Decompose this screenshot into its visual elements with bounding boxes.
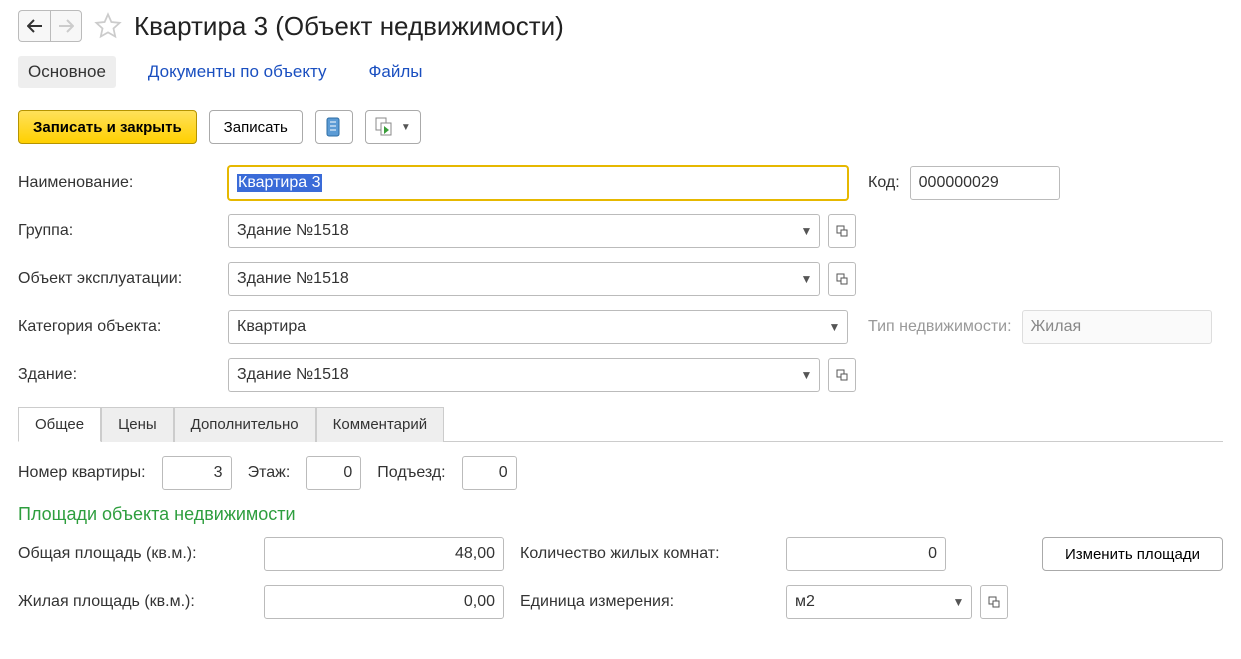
name-value: Квартира 3	[237, 174, 322, 192]
floor-input[interactable]	[306, 456, 361, 490]
open-icon	[836, 369, 848, 381]
rooms-count-label: Количество жилых комнат:	[520, 545, 770, 563]
arrow-right-icon	[58, 19, 74, 33]
building-open-button[interactable]	[828, 358, 856, 392]
exploit-object-label: Объект эксплуатации:	[18, 270, 218, 288]
save-button[interactable]: Записать	[209, 110, 303, 144]
open-icon	[836, 273, 848, 285]
floor-label: Этаж:	[248, 464, 291, 482]
apt-number-input[interactable]	[162, 456, 232, 490]
unit-dropdown-button[interactable]: ▼	[946, 585, 972, 619]
chevron-down-icon: ▼	[829, 320, 841, 334]
total-area-input[interactable]	[264, 537, 504, 571]
subtab-extra[interactable]: Дополнительно	[174, 407, 316, 442]
arrow-left-icon	[27, 19, 43, 33]
unit-open-button[interactable]	[980, 585, 1008, 619]
open-icon	[988, 596, 1000, 608]
name-label: Наименование:	[18, 174, 218, 192]
chevron-down-icon: ▼	[401, 122, 411, 133]
create-based-on-button[interactable]: ▼	[365, 110, 421, 144]
exploit-dropdown-button[interactable]: ▼	[794, 262, 820, 296]
change-areas-button[interactable]: Изменить площади	[1042, 537, 1223, 571]
building-label: Здание:	[18, 366, 218, 384]
areas-section-title: Площади объекта недвижимости	[18, 504, 1223, 525]
category-dropdown-button[interactable]: ▼	[822, 310, 848, 344]
chevron-down-icon: ▼	[801, 224, 813, 238]
name-input[interactable]: Квартира 3	[228, 166, 848, 200]
group-label: Группа:	[18, 222, 218, 240]
exploit-object-input[interactable]: Здание №1518	[228, 262, 794, 296]
open-icon	[836, 225, 848, 237]
back-button[interactable]	[18, 10, 50, 42]
create-on-basis-icon	[375, 117, 395, 137]
category-label: Категория объекта:	[18, 318, 218, 336]
living-area-input[interactable]	[264, 585, 504, 619]
page-title: Квартира 3 (Объект недвижимости)	[134, 11, 564, 42]
group-dropdown-button[interactable]: ▼	[794, 214, 820, 248]
category-input[interactable]: Квартира	[228, 310, 822, 344]
nav-tab-main[interactable]: Основное	[18, 56, 116, 88]
nav-tab-files[interactable]: Файлы	[358, 56, 432, 88]
exploit-open-button[interactable]	[828, 262, 856, 296]
subtab-comment[interactable]: Комментарий	[316, 407, 444, 442]
chevron-down-icon: ▼	[801, 368, 813, 382]
rooms-count-input[interactable]	[786, 537, 946, 571]
group-input[interactable]: Здание №1518	[228, 214, 794, 248]
realty-type-label: Тип недвижимости:	[868, 318, 1012, 336]
report-button[interactable]	[315, 110, 353, 144]
code-label: Код:	[868, 174, 900, 192]
living-area-label: Жилая площадь (кв.м.):	[18, 593, 248, 611]
entrance-input[interactable]	[462, 456, 517, 490]
favorite-star-icon[interactable]	[94, 12, 122, 40]
apt-number-label: Номер квартиры:	[18, 464, 146, 482]
forward-button[interactable]	[50, 10, 82, 42]
nav-tab-documents[interactable]: Документы по объекту	[138, 56, 337, 88]
subtab-prices[interactable]: Цены	[101, 407, 174, 442]
group-open-button[interactable]	[828, 214, 856, 248]
entrance-label: Подъезд:	[377, 464, 445, 482]
save-and-close-button[interactable]: Записать и закрыть	[18, 110, 197, 144]
unit-input[interactable]: м2	[786, 585, 946, 619]
chevron-down-icon: ▼	[953, 595, 965, 609]
total-area-label: Общая площадь (кв.м.):	[18, 545, 248, 563]
realty-type-input: Жилая	[1022, 310, 1212, 344]
unit-label: Единица измерения:	[520, 593, 770, 611]
building-input[interactable]: Здание №1518	[228, 358, 794, 392]
report-icon	[325, 117, 343, 137]
code-input[interactable]	[910, 166, 1060, 200]
chevron-down-icon: ▼	[801, 272, 813, 286]
building-dropdown-button[interactable]: ▼	[794, 358, 820, 392]
subtab-general[interactable]: Общее	[18, 407, 101, 442]
